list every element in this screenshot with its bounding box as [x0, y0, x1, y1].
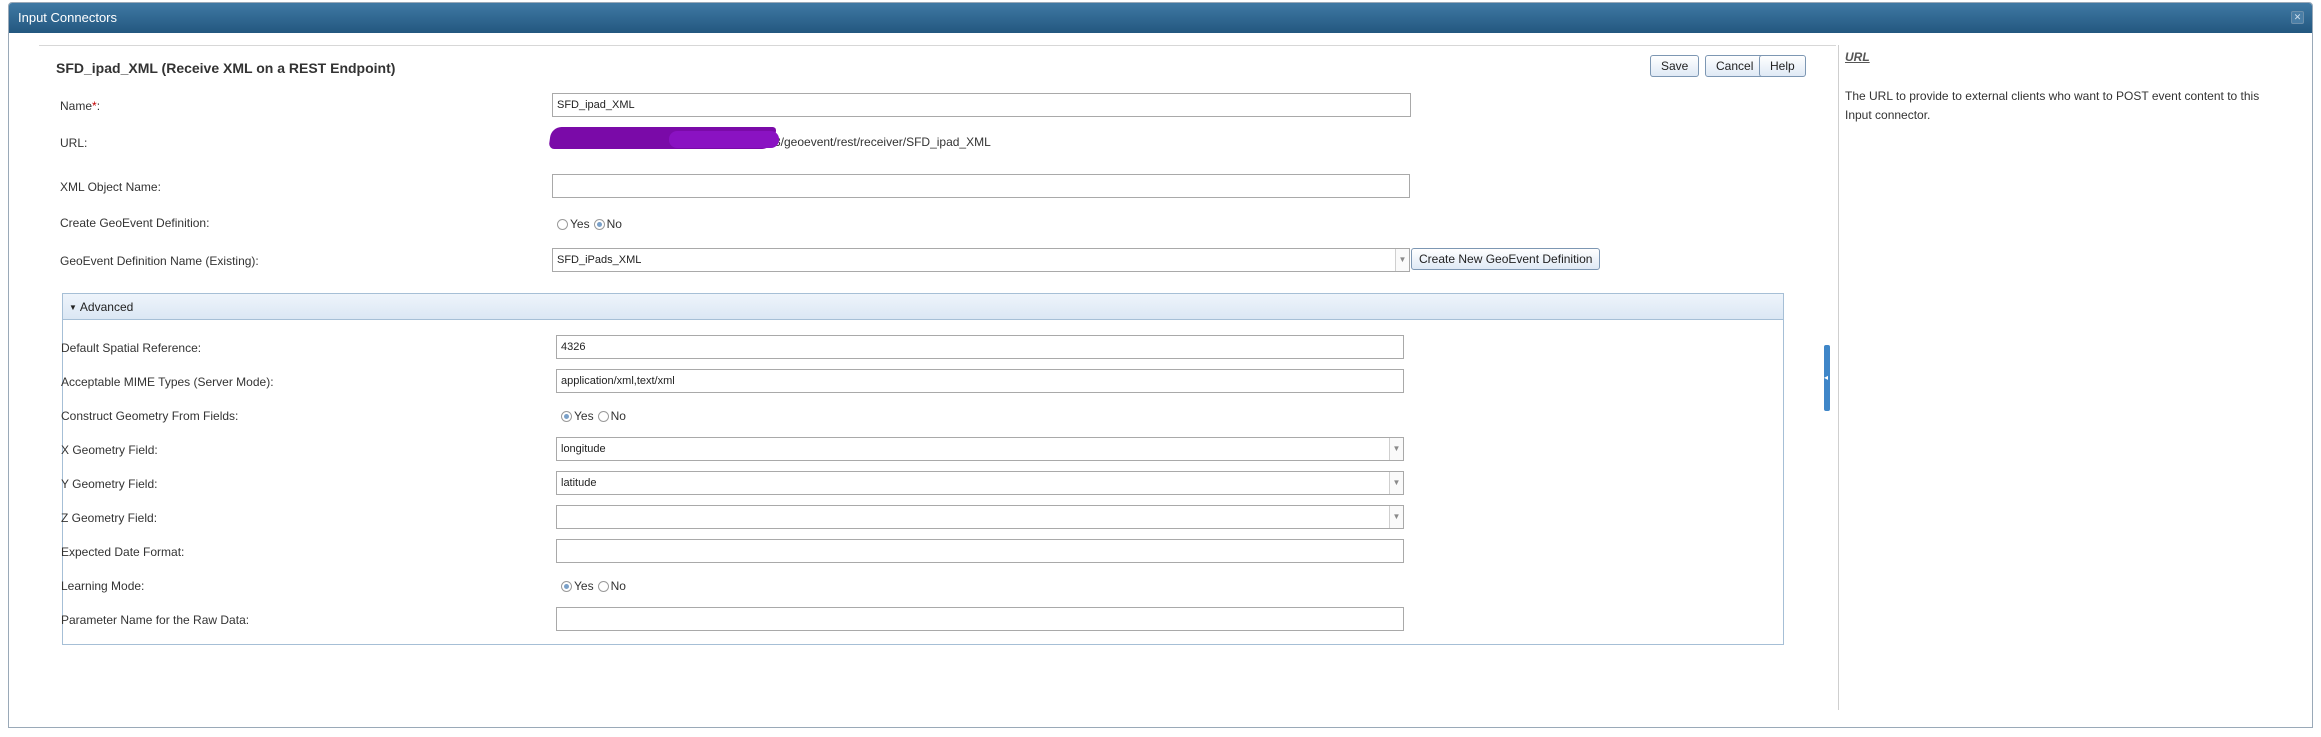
learning-mode-yes-radio[interactable]	[561, 580, 572, 592]
learning-mode-label: Learning Mode:	[61, 579, 145, 593]
create-definition-radios: Yes No	[557, 217, 626, 231]
definition-name-label: GeoEvent Definition Name (Existing):	[60, 254, 259, 268]
close-icon[interactable]: ✕	[2291, 11, 2304, 24]
help-title: URL	[1845, 50, 1870, 64]
input-connectors-window: Input Connectors ✕ SFD_ipad_XML (Receive…	[8, 2, 2313, 728]
construct-geometry-yes-radio[interactable]	[561, 410, 572, 422]
learning-mode-no-radio[interactable]	[597, 580, 609, 592]
chevron-down-icon[interactable]: ▼	[1389, 506, 1403, 528]
y-field-label: Y Geometry Field:	[61, 477, 158, 491]
x-field-label: X Geometry Field:	[61, 443, 158, 457]
spatial-reference-input[interactable]: 4326	[556, 335, 1404, 359]
raw-data-param-label: Parameter Name for the Raw Data:	[61, 613, 250, 627]
construct-geometry-radios: Yes No	[561, 409, 630, 423]
redaction-scribble	[669, 131, 779, 148]
help-text: The URL to provide to external clients w…	[1845, 89, 2260, 122]
create-new-definition-button[interactable]: Create New GeoEvent Definition	[1411, 248, 1601, 270]
definition-name-select[interactable]: SFD_iPads_XML ▼	[552, 248, 1410, 272]
construct-geometry-label: Construct Geometry From Fields:	[61, 409, 239, 423]
spatial-reference-label: Default Spatial Reference:	[61, 341, 202, 355]
url-label: URL:	[60, 136, 88, 150]
definition-name-value: SFD_iPads_XML	[557, 254, 642, 266]
name-label: Name*:	[60, 99, 101, 113]
chevron-down-icon[interactable]: ▼	[1389, 438, 1403, 460]
xml-object-name-label: XML Object Name:	[60, 180, 161, 194]
help-panel: URL The URL to provide to external clien…	[1838, 45, 2310, 710]
y-field-value: latitude	[561, 477, 597, 489]
y-field-select[interactable]: latitude ▼	[556, 471, 1404, 495]
radio-label: Yes	[570, 217, 590, 231]
radio-label: Yes	[574, 579, 594, 593]
date-format-label: Expected Date Format:	[61, 545, 185, 559]
xml-object-name-input[interactable]	[552, 174, 1410, 198]
z-field-label: Z Geometry Field:	[61, 511, 158, 525]
radio-label: No	[610, 409, 626, 423]
collapse-handle-icon[interactable]: ◂	[1824, 345, 1830, 411]
divider	[39, 45, 1836, 46]
raw-data-param-input[interactable]	[556, 607, 1404, 631]
url-value: 3/geoevent/rest/receiver/SFD_ipad_XML	[774, 135, 991, 149]
x-field-value: longitude	[561, 443, 606, 455]
construct-geometry-no-radio[interactable]	[597, 410, 609, 422]
date-format-input[interactable]	[556, 539, 1404, 563]
cancel-button[interactable]: Cancel	[1705, 55, 1765, 77]
name-input[interactable]: SFD_ipad_XML	[552, 93, 1411, 117]
advanced-header[interactable]: ▼ Advanced	[63, 294, 1783, 320]
create-definition-no-radio[interactable]	[593, 218, 605, 230]
window-title: Input Connectors	[18, 10, 118, 25]
create-definition-yes-radio[interactable]	[557, 218, 568, 230]
triangle-down-icon: ▼	[69, 303, 77, 312]
radio-label: Yes	[574, 409, 594, 423]
radio-label: No	[610, 579, 626, 593]
window-titlebar: Input Connectors ✕	[9, 3, 2312, 33]
x-field-select[interactable]: longitude ▼	[556, 437, 1404, 461]
save-button[interactable]: Save	[1650, 55, 1700, 77]
mime-types-label: Acceptable MIME Types (Server Mode):	[61, 375, 274, 389]
radio-label: No	[606, 217, 622, 231]
learning-mode-radios: Yes No	[561, 579, 630, 593]
form-title: SFD_ipad_XML (Receive XML on a REST Endp…	[56, 60, 396, 76]
mime-types-input[interactable]: application/xml,text/xml	[556, 369, 1404, 393]
help-button[interactable]: Help	[1759, 55, 1806, 77]
chevron-down-icon[interactable]: ▼	[1395, 249, 1409, 271]
z-field-select[interactable]: ▼	[556, 505, 1404, 529]
chevron-down-icon[interactable]: ▼	[1389, 472, 1403, 494]
create-definition-label: Create GeoEvent Definition:	[60, 216, 210, 230]
